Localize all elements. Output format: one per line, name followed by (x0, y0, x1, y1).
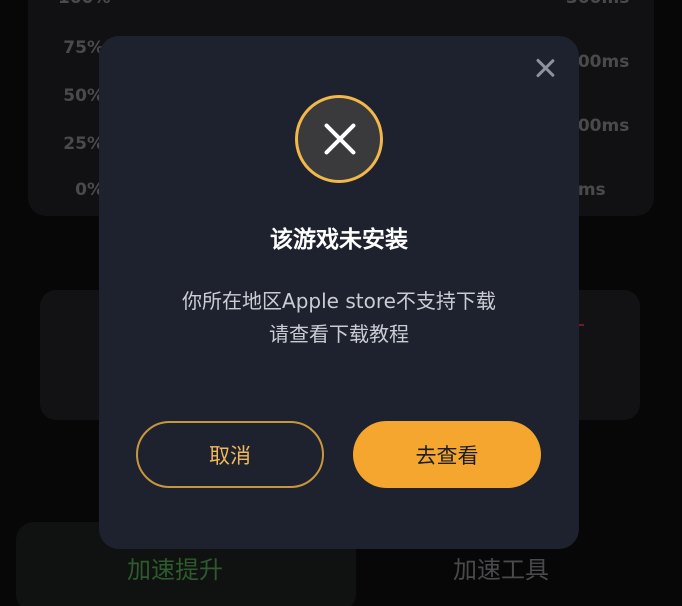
y-axis-tick-left: 25% (63, 134, 104, 154)
game-not-installed-dialog: 该游戏未安装 你所在地区Apple store不支持下载 请查看下载教程 取消 … (99, 36, 579, 549)
tab-tools[interactable]: 加速工具 (426, 550, 576, 585)
close-circle-icon (295, 95, 383, 183)
dialog-message-line1: 你所在地区Apple store不支持下载 (182, 289, 496, 313)
y-axis-tick-right: 300ms (566, 0, 629, 8)
y-axis-tick-left: 100% (58, 0, 111, 8)
y-axis-tick-left: 50% (63, 86, 104, 106)
dialog-message-line2: 请查看下载教程 (269, 322, 409, 346)
y-axis-tick-left: 75% (63, 38, 104, 58)
tab-boost[interactable]: 加速提升 (100, 550, 250, 585)
dialog-title: 该游戏未安装 (270, 227, 408, 253)
view-tutorial-button[interactable]: 去查看 (353, 421, 541, 488)
cancel-button[interactable]: 取消 (136, 421, 324, 488)
close-icon[interactable] (531, 54, 559, 82)
y-axis-tick-left: 0% (75, 180, 104, 200)
